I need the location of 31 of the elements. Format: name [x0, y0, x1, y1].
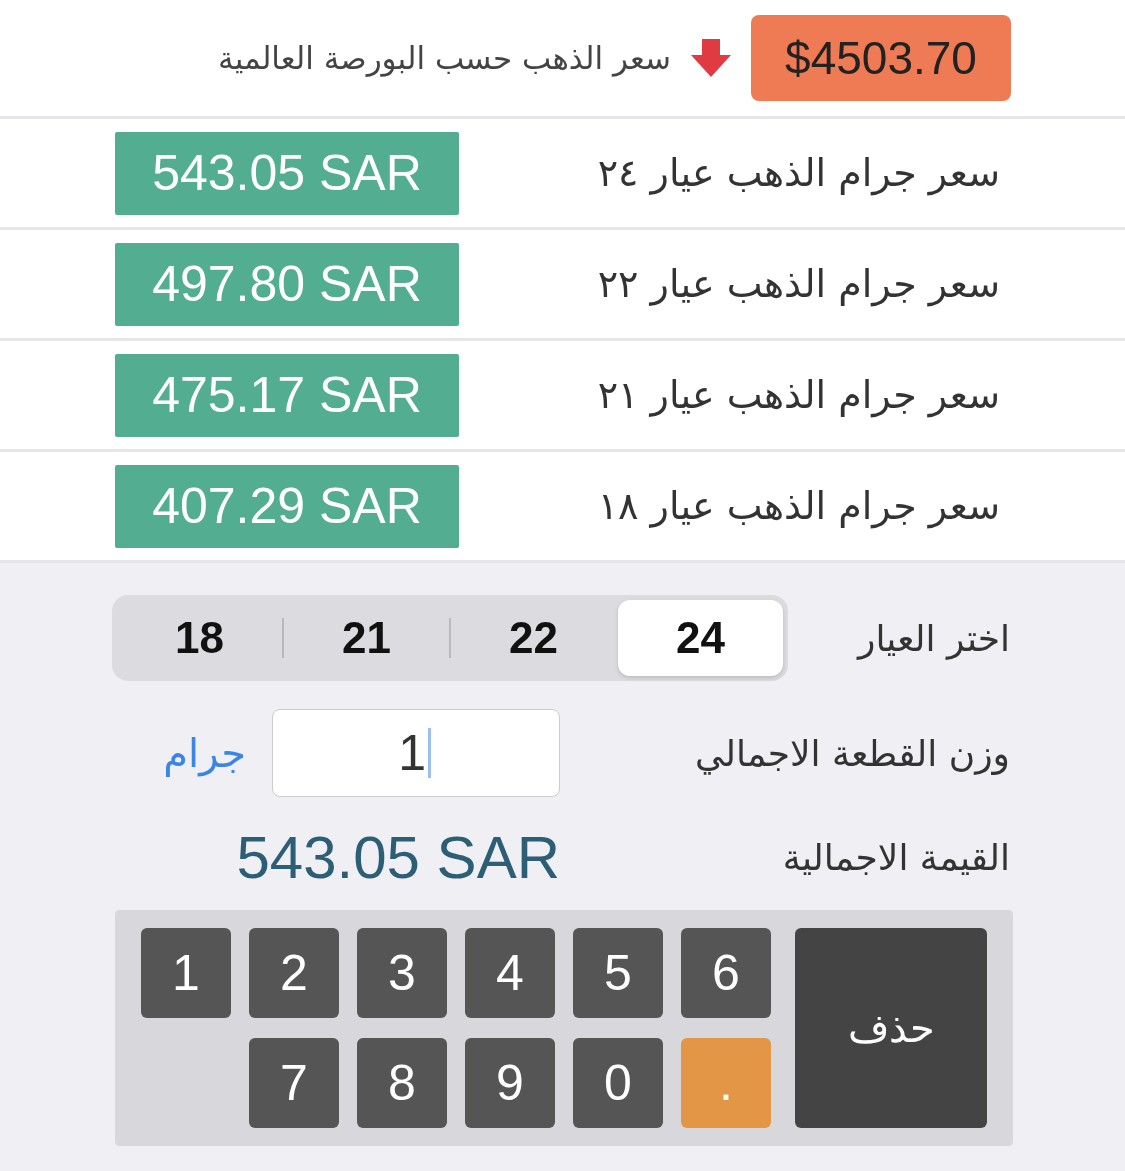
- price-box: 543.05 SAR: [115, 131, 459, 215]
- karat-option[interactable]: 24: [618, 600, 783, 676]
- price-box: 475.17 SAR: [115, 353, 459, 437]
- karat-price-label: سعر جرام الذهب عيار ١٨: [597, 484, 1000, 528]
- total-value: 543.05 SAR: [236, 823, 560, 892]
- digit-key[interactable]: 7: [249, 1038, 339, 1128]
- total-label: القيمة الاجمالية: [781, 837, 1010, 878]
- karat-price-label: سعر جرام الذهب عيار ٢٤: [597, 151, 1000, 195]
- digit-key[interactable]: 4: [465, 928, 555, 1018]
- digit-key[interactable]: 6: [681, 928, 771, 1018]
- weight-input-field[interactable]: 1: [272, 709, 560, 797]
- down-arrow-icon: [691, 39, 731, 77]
- karat-option[interactable]: 18: [117, 600, 282, 676]
- delete-key[interactable]: حذف: [795, 928, 987, 1128]
- digit-key[interactable]: 8: [357, 1038, 447, 1128]
- price-box: 407.29 SAR: [115, 464, 459, 548]
- karat-price-label: سعر جرام الذهب عيار ٢٢: [597, 262, 1000, 306]
- price-box: 497.80 SAR: [115, 242, 459, 326]
- karat-option[interactable]: 21: [284, 600, 449, 676]
- weight-label: وزن القطعة الاجمالي: [693, 732, 1010, 774]
- digit-key[interactable]: 5: [573, 928, 663, 1018]
- price-badge: $4503.70: [751, 15, 1011, 101]
- digit-key[interactable]: 3: [357, 928, 447, 1018]
- karat-price-label: سعر جرام الذهب عيار ٢١: [597, 373, 1000, 417]
- digit-key[interactable]: 0: [573, 1038, 663, 1128]
- header-label: سعر الذهب حسب البورصة العالمية: [218, 40, 671, 76]
- karat-option[interactable]: 22: [451, 600, 616, 676]
- digit-key[interactable]: 2: [249, 928, 339, 1018]
- digit-key[interactable]: 1: [141, 928, 231, 1018]
- digit-key[interactable]: 9: [465, 1038, 555, 1128]
- karat-label: اختر العيار: [855, 617, 1010, 659]
